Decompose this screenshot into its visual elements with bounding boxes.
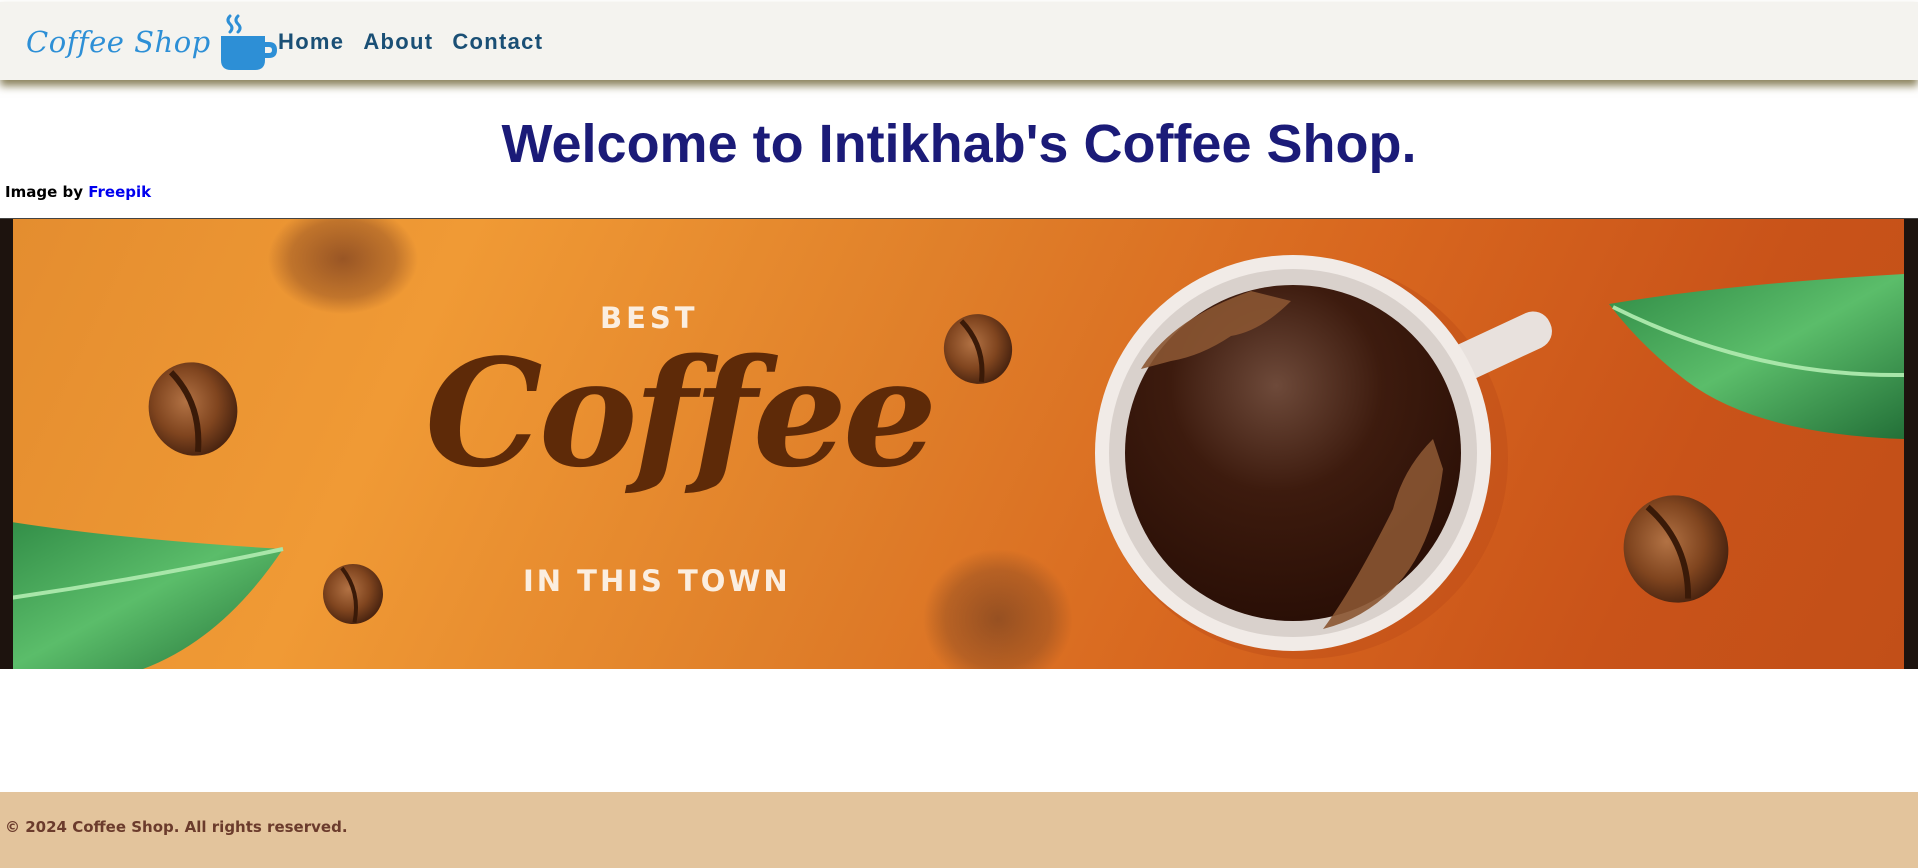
coffee-cup-icon — [220, 14, 277, 70]
credit-prefix: Image by — [5, 183, 83, 201]
navbar: Coffee Shop Home About Contact — [0, 2, 1918, 80]
footer: © 2024 Coffee Shop. All rights reserved. — [0, 792, 1918, 868]
nav-link-contact[interactable]: Contact — [452, 29, 543, 55]
hero-banner: BEST Coffee IN THIS TOWN — [0, 218, 1918, 669]
banner-image: BEST Coffee IN THIS TOWN — [13, 219, 1904, 669]
freepik-link[interactable]: Freepik — [88, 183, 151, 201]
nav-links: Home About Contact — [278, 29, 543, 55]
logo-text: Coffee Shop — [26, 25, 211, 59]
banner-coffee-script: Coffee — [425, 326, 937, 500]
page-title: Welcome to Intikhab's Coffee Shop. — [501, 114, 1417, 174]
nav-link-home[interactable]: Home — [278, 29, 344, 55]
logo[interactable]: Coffee Shop — [26, 12, 279, 72]
footer-copyright: © 2024 Coffee Shop. All rights reserved. — [5, 818, 348, 836]
nav-link-about[interactable]: About — [363, 29, 433, 55]
image-credit: Image by Freepik — [5, 183, 151, 201]
banner-town-text: IN THIS TOWN — [523, 564, 791, 598]
